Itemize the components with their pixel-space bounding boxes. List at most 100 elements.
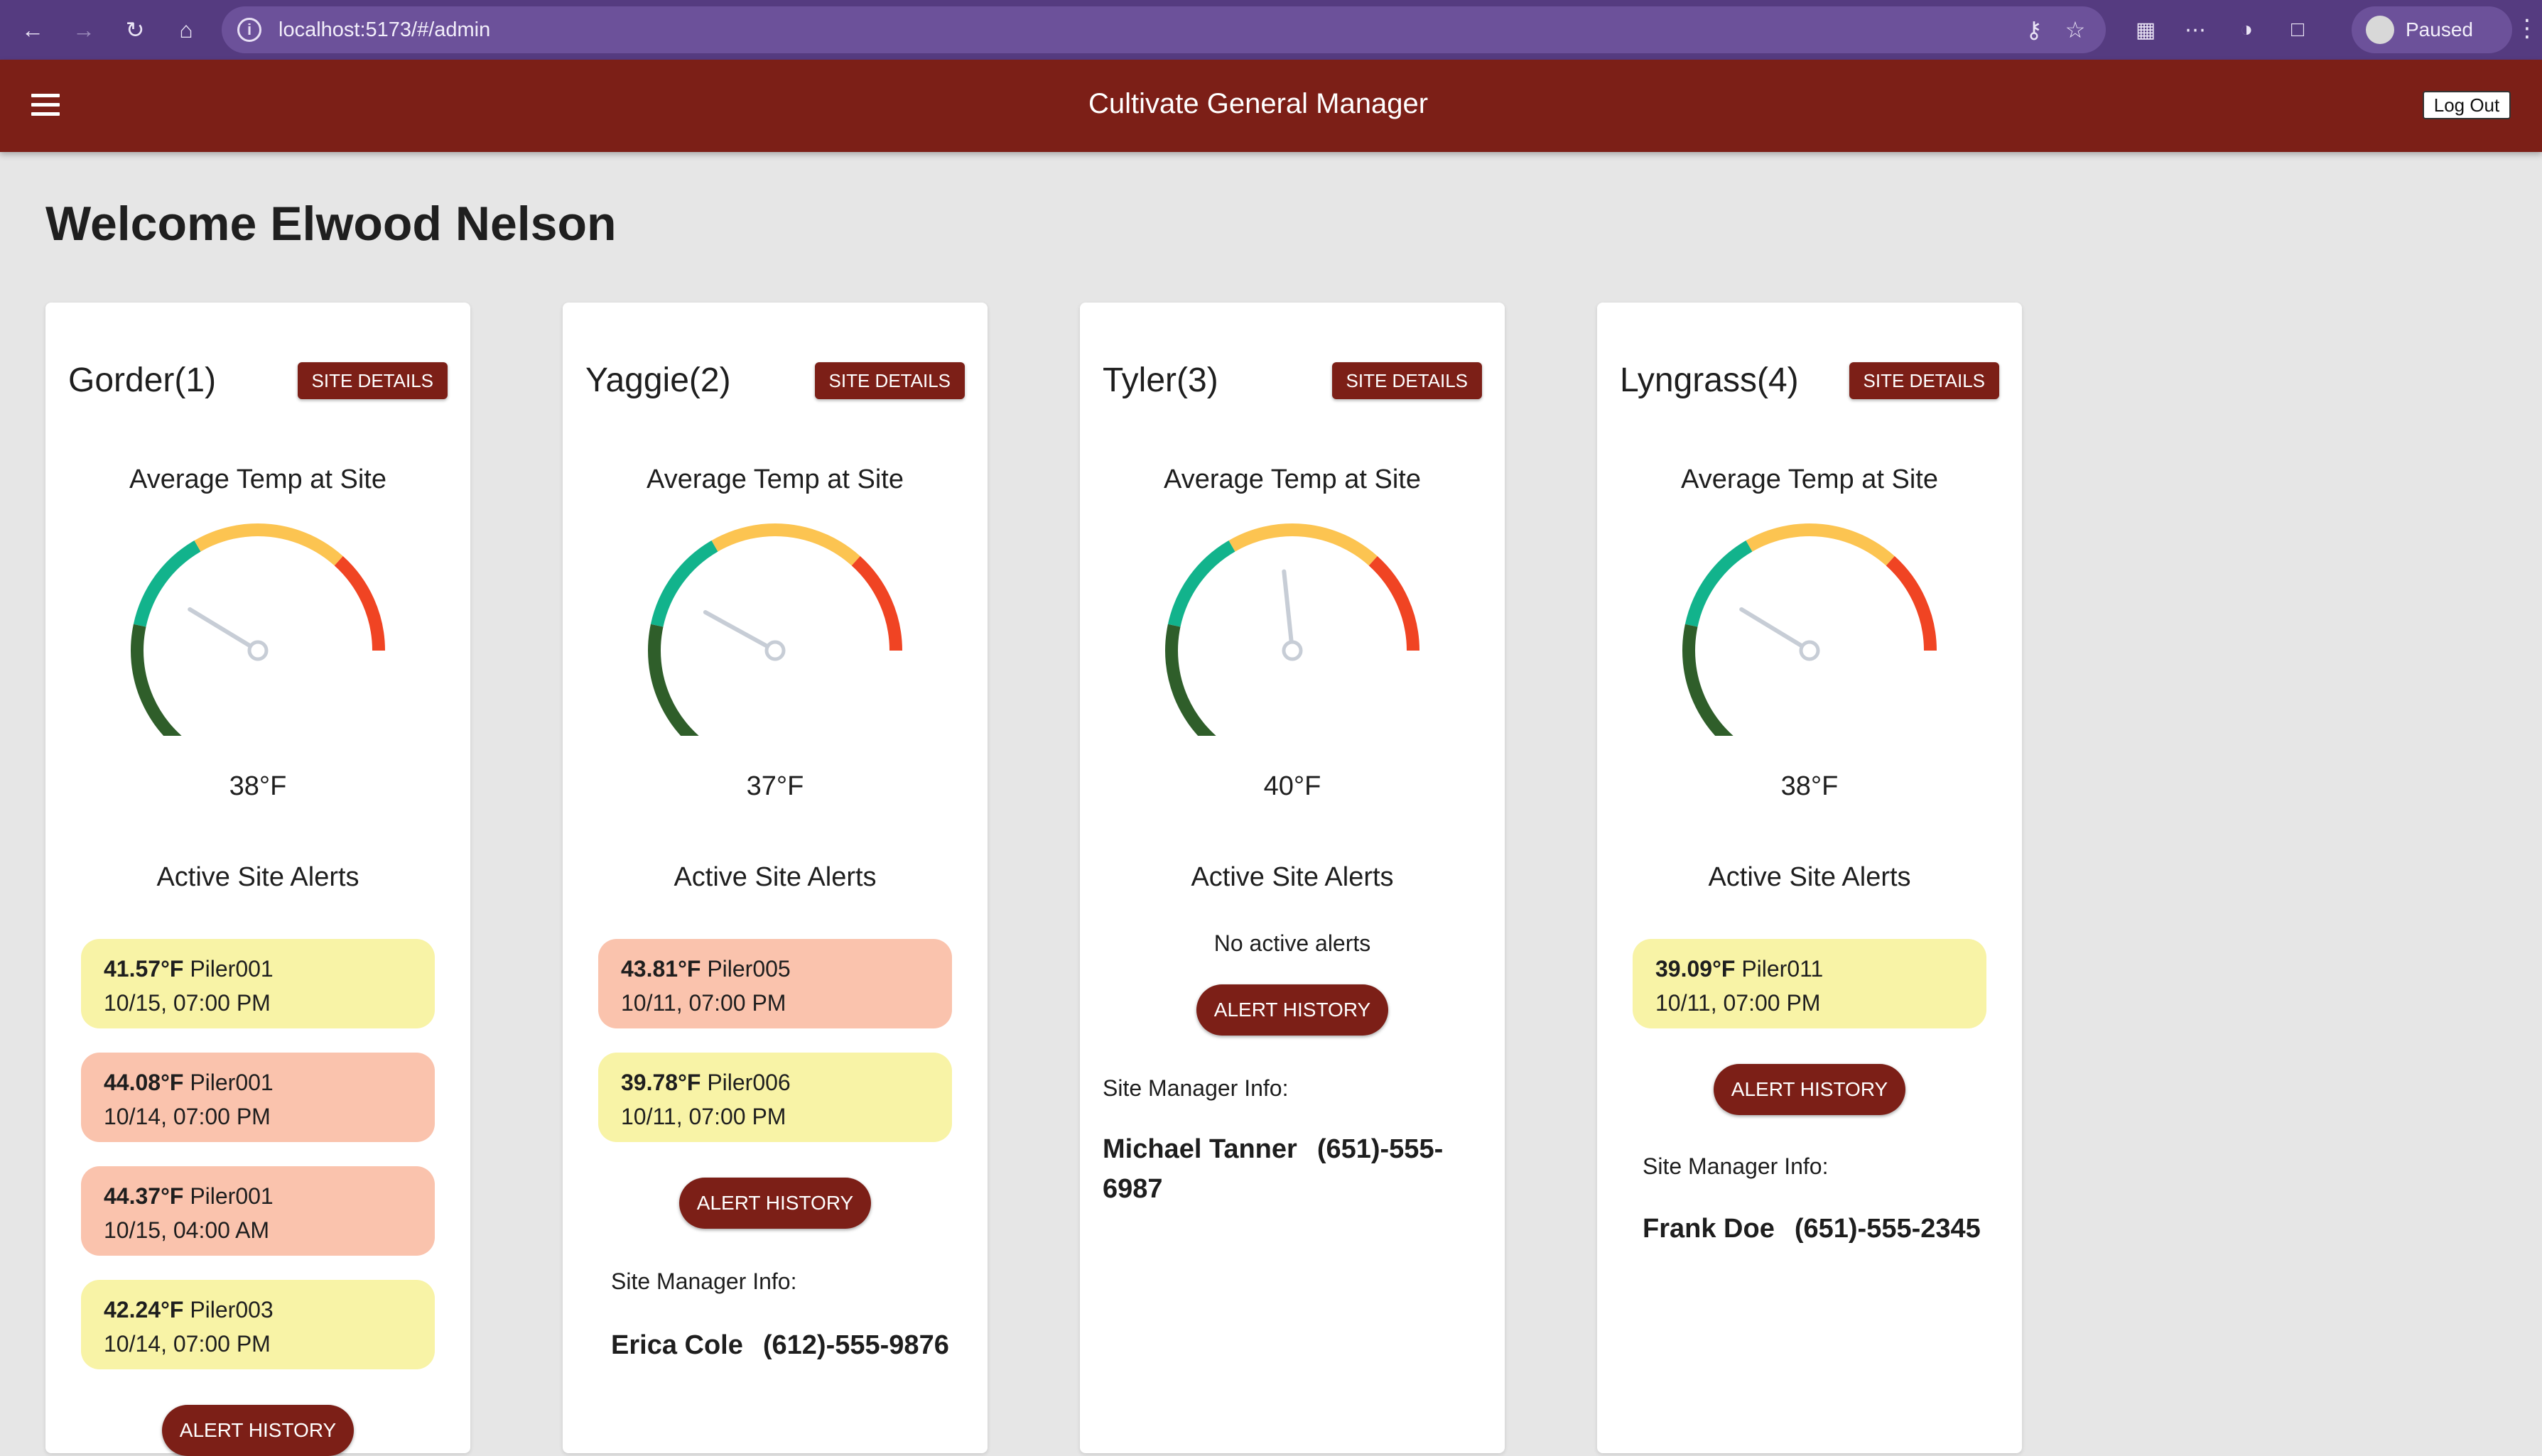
extension-circle-icon[interactable]: ◑: [2232, 16, 2261, 44]
avatar: [2366, 16, 2394, 44]
extensions-puzzle-icon[interactable]: □: [2283, 16, 2312, 44]
site-name: Yaggie(2): [585, 362, 731, 399]
forward-arrow-icon[interactable]: →: [65, 11, 102, 48]
alert-temp: 41.57°F: [104, 956, 184, 982]
site-card: Gorder(1) SITE DETAILS Average Temp at S…: [45, 303, 470, 1456]
site-details-button[interactable]: SITE DETAILS: [297, 362, 448, 399]
alert-item[interactable]: 42.24°F Piler003 10/14, 07:00 PM: [81, 1280, 435, 1369]
avg-temp-title: Average Temp at Site: [1681, 464, 1938, 494]
site-details-button[interactable]: SITE DETAILS: [1849, 362, 1999, 399]
site-card: Tyler(3) SITE DETAILS Average Temp at Si…: [1080, 303, 1505, 1453]
alert-temp: 44.37°F: [104, 1183, 184, 1209]
gauge-hub: [1799, 640, 1820, 661]
gauge-segment: [1886, 555, 1937, 651]
temperature-gauge: [648, 523, 902, 736]
alert-time: 10/15, 04:00 AM: [104, 1217, 270, 1243]
active-alerts-title: Active Site Alerts: [156, 862, 359, 892]
gauge-hub: [764, 640, 786, 661]
gauge-segment: [334, 555, 385, 651]
gauge-needle: [188, 607, 252, 648]
avg-temp-title: Average Temp at Site: [129, 464, 386, 494]
alert-time: 10/14, 07:00 PM: [104, 1104, 271, 1129]
manager-phone: (651)-555-: [1316, 1134, 1444, 1164]
app-title: Cultivate General Manager: [1088, 88, 1429, 119]
logout-button[interactable]: Log Out: [2423, 91, 2511, 119]
gauge-hub: [247, 640, 269, 661]
manager-name: Erica Cole: [611, 1330, 743, 1360]
manager-contact: Michael Tanner (651)-555- 6987: [1103, 1129, 1472, 1209]
site-card: Yaggie(2) SITE DETAILS Average Temp at S…: [563, 303, 988, 1453]
alert-temp: 39.09°F: [1655, 956, 1736, 982]
gauge-segment: [1368, 555, 1419, 651]
alert-item[interactable]: 44.37°F Piler001 10/15, 04:00 AM: [81, 1166, 435, 1256]
reload-icon[interactable]: ↻: [117, 11, 153, 48]
browser-menu-icon[interactable]: ⋮: [2515, 14, 2539, 43]
manager-contact: Erica Cole (612)-555-9876: [611, 1325, 949, 1365]
gauge-needle: [703, 610, 769, 648]
active-alerts-title: Active Site Alerts: [1191, 862, 1394, 892]
alert-history-button[interactable]: ALERT HISTORY: [162, 1405, 354, 1456]
alert-temp: 43.81°F: [621, 956, 701, 982]
manager-contact: Frank Doe (651)-555-2345: [1643, 1209, 1981, 1249]
avg-temp-value: 37°F: [746, 771, 804, 801]
avg-temp-value: 38°F: [229, 771, 287, 801]
alert-item[interactable]: 39.78°F Piler006 10/11, 07:00 PM: [598, 1053, 952, 1142]
alert-time: 10/11, 07:00 PM: [1655, 990, 1821, 1016]
temperature-gauge: [1165, 523, 1419, 736]
site-info-icon[interactable]: i: [237, 18, 261, 42]
alert-item[interactable]: 44.08°F Piler001 10/14, 07:00 PM: [81, 1053, 435, 1142]
profile-status: Paused: [2406, 18, 2473, 40]
gauge-segment: [1167, 540, 1235, 627]
avg-temp-title: Average Temp at Site: [1164, 464, 1421, 494]
no-alerts-text: No active alerts: [1213, 930, 1371, 956]
manager-phone: (651)-555-2345: [1794, 1214, 1981, 1244]
site-name: Lyngrass(4): [1620, 362, 1799, 399]
extension-app-icon[interactable]: ▦: [2131, 16, 2160, 44]
avg-temp-title: Average Temp at Site: [647, 464, 904, 494]
manager-phone: (612)-555-9876: [762, 1330, 949, 1360]
alert-history-button[interactable]: ALERT HISTORY: [1196, 984, 1388, 1036]
alert-piler: Piler001: [190, 1070, 274, 1095]
manager-info-label: Site Manager Info:: [611, 1268, 797, 1294]
address-bar[interactable]: i localhost:5173/#/admin ⚷ ☆: [222, 6, 2106, 53]
bookmark-star-icon[interactable]: ☆: [2062, 16, 2089, 43]
page-title: Welcome Elwood Nelson: [45, 197, 617, 251]
avg-temp-value: 38°F: [1780, 771, 1839, 801]
gauge-segment: [648, 624, 699, 736]
site-details-button[interactable]: SITE DETAILS: [1331, 362, 1482, 399]
alert-temp: 44.08°F: [104, 1070, 184, 1095]
alert-time: 10/11, 07:00 PM: [621, 990, 786, 1016]
gauge-needle: [1282, 569, 1294, 643]
extension-dots-icon[interactable]: ⋯: [2181, 16, 2210, 44]
gauge-segment: [1746, 523, 1895, 566]
active-alerts-title: Active Site Alerts: [1708, 862, 1911, 892]
gauge-segment: [1684, 540, 1753, 627]
alert-piler: Piler001: [190, 956, 274, 982]
gauge-segment: [851, 555, 902, 651]
gauge-segment: [1228, 523, 1378, 566]
alert-item[interactable]: 39.09°F Piler011 10/11, 07:00 PM: [1633, 939, 1986, 1028]
manager-phone-cont: 6987: [1103, 1174, 1163, 1204]
temperature-gauge: [1682, 523, 1937, 736]
browser-toolbar: ← → ↻ ⌂ i localhost:5173/#/admin ⚷ ☆ ▦ ⋯…: [0, 0, 2542, 60]
gauge-segment: [131, 624, 182, 736]
address-url[interactable]: localhost:5173/#/admin: [278, 18, 490, 42]
back-arrow-icon[interactable]: ←: [14, 11, 51, 48]
key-icon[interactable]: ⚷: [2021, 16, 2048, 43]
manager-name: Michael Tanner: [1103, 1134, 1297, 1164]
site-name: Tyler(3): [1103, 362, 1218, 399]
alert-item[interactable]: 43.81°F Piler005 10/11, 07:00 PM: [598, 939, 952, 1028]
gauge-needle: [1739, 607, 1804, 648]
profile-button[interactable]: Paused: [2352, 6, 2512, 53]
alert-item[interactable]: 41.57°F Piler001 10/15, 07:00 PM: [81, 939, 435, 1028]
home-icon[interactable]: ⌂: [168, 11, 205, 48]
alert-time: 10/11, 07:00 PM: [621, 1104, 786, 1129]
alert-history-button[interactable]: ALERT HISTORY: [1714, 1064, 1905, 1115]
alert-history-button[interactable]: ALERT HISTORY: [679, 1178, 871, 1229]
manager-info-label: Site Manager Info:: [1643, 1153, 1829, 1179]
app-header: Cultivate General Manager Log Out: [0, 60, 2542, 152]
site-details-button[interactable]: SITE DETAILS: [814, 362, 965, 399]
alert-piler: Piler011: [1741, 956, 1824, 982]
alert-temp: 39.78°F: [621, 1070, 701, 1095]
active-alerts-title: Active Site Alerts: [674, 862, 877, 892]
